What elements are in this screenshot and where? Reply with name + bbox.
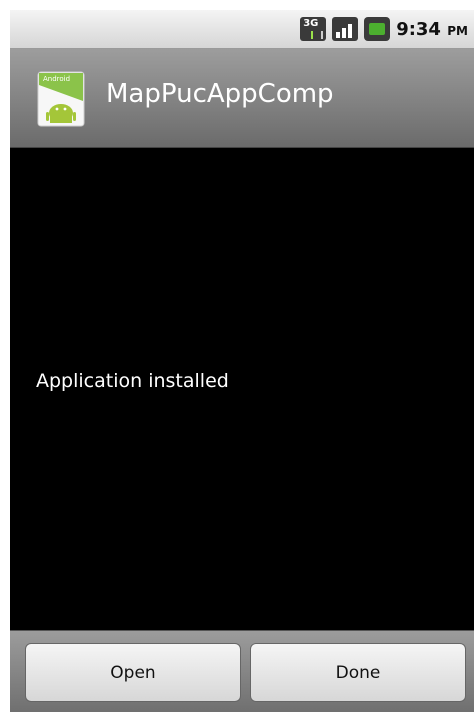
clock-time: 9:34 xyxy=(396,18,441,40)
status-icons: 3G 9:34 PM xyxy=(300,16,468,42)
svg-text:Android: Android xyxy=(43,75,70,83)
signal-strength-icon xyxy=(332,17,359,41)
3g-data-icon: 3G xyxy=(300,17,327,41)
open-button[interactable]: Open xyxy=(25,643,241,702)
status-bar: 3G 9:34 PM xyxy=(10,10,474,49)
install-status-message: Application installed xyxy=(36,370,229,392)
battery-icon xyxy=(364,17,391,41)
button-bar: Open Done xyxy=(10,630,474,712)
done-button[interactable]: Done xyxy=(250,643,466,702)
phone-screen: 3G 9:34 PM Android MapPucAppComp Applica… xyxy=(10,10,474,712)
android-app-icon: Android xyxy=(37,71,85,127)
network-type-label: 3G xyxy=(303,18,319,29)
status-clock: 9:34 PM xyxy=(396,19,468,40)
title-bar: Android MapPucAppComp xyxy=(10,49,474,148)
clock-suffix: PM xyxy=(447,23,468,38)
app-title: MapPucAppComp xyxy=(106,79,334,109)
